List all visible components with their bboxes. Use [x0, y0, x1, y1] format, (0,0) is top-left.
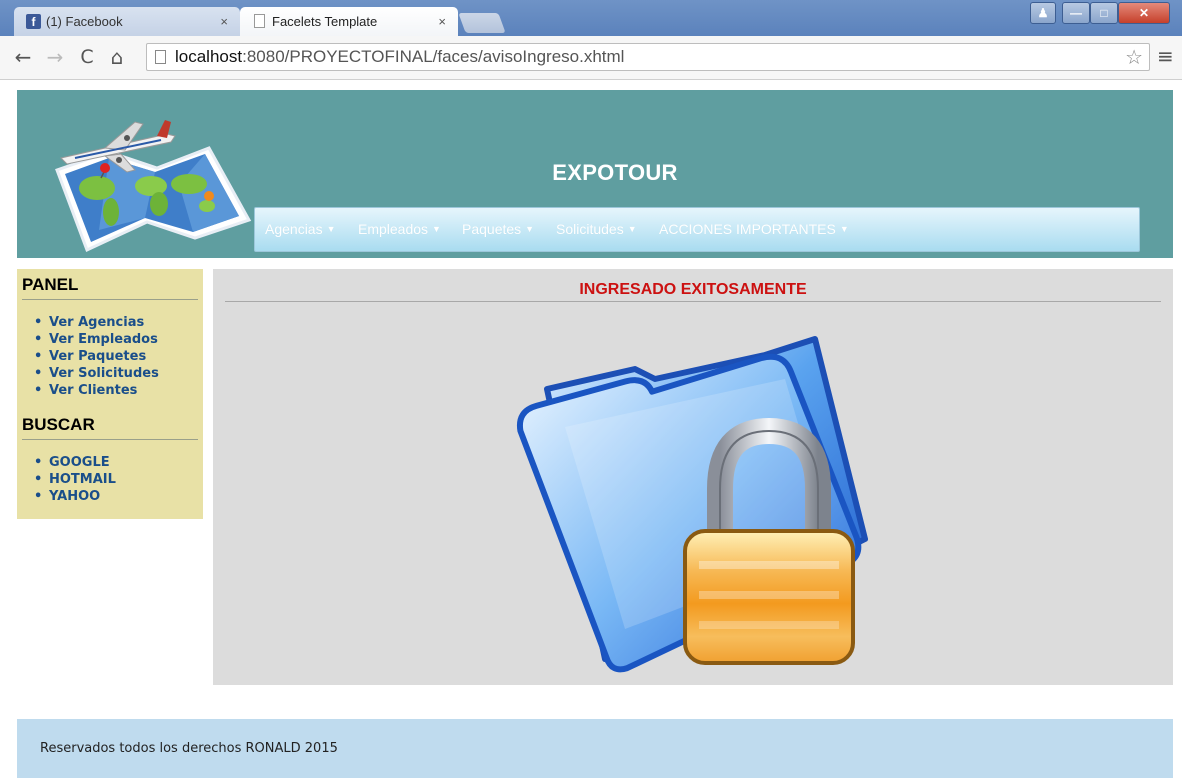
- tab-title: Facelets Template: [272, 14, 378, 29]
- link-hotmail[interactable]: HOTMAIL: [34, 471, 203, 488]
- back-arrow-icon[interactable]: ←: [12, 46, 34, 68]
- link-ver-paquetes[interactable]: Ver Paquetes: [34, 348, 203, 365]
- url-host: localhost: [175, 47, 243, 66]
- caret-down-icon: ▼: [525, 224, 535, 234]
- caret-down-icon: ▼: [432, 224, 441, 234]
- tab-title: (1) Facebook: [46, 14, 123, 29]
- tab-facebook[interactable]: f (1) Facebook ×: [14, 7, 240, 36]
- browser-toolbar: ← → C ⌂ localhost:8080/PROYECTOFINAL/fac…: [0, 36, 1182, 80]
- caret-down-icon: ▼: [326, 224, 336, 234]
- search-title: BUSCAR: [22, 415, 95, 434]
- facebook-icon: f: [26, 14, 41, 29]
- menu-label: Agencias: [265, 221, 323, 237]
- tab-close-icon[interactable]: ×: [220, 7, 228, 36]
- copyright-text: Reservados todos los derechos RONALD 201…: [40, 741, 338, 756]
- menu-label: Empleados: [358, 221, 429, 237]
- menu-label: Paquetes: [462, 221, 522, 237]
- main-content: INGRESADO EXITOSAMENTE: [213, 269, 1173, 685]
- site-header: EXPOTOUR Agencias ▼ Empleados ▼ Paquetes ▼ …: [17, 90, 1173, 258]
- tab-facelets-template[interactable]: Facelets Template ×: [240, 7, 458, 36]
- document-icon: [155, 50, 166, 64]
- maximize-button[interactable]: □: [1090, 2, 1118, 24]
- site-title: EXPOTOUR: [552, 160, 678, 185]
- user-icon[interactable]: ♟: [1030, 2, 1056, 24]
- site-footer: Reservados todos los derechos RONALD 201…: [17, 719, 1173, 778]
- menu-solicitudes[interactable]: Solicitudes ▼: [556, 221, 637, 237]
- menu-agencias[interactable]: Agencias ▼: [265, 221, 336, 237]
- link-ver-agencias[interactable]: Ver Agencias: [34, 314, 203, 331]
- reload-icon[interactable]: C: [76, 46, 98, 68]
- url-text[interactable]: localhost:8080/PROYECTOFINAL/faces/aviso…: [175, 47, 624, 67]
- minimize-button[interactable]: —: [1062, 2, 1090, 24]
- browser-titlebar: f (1) Facebook × Facelets Template × ♟ —…: [0, 0, 1182, 36]
- menu-icon[interactable]: ≡: [1157, 44, 1174, 68]
- link-ver-clientes[interactable]: Ver Clientes: [34, 382, 203, 399]
- bookmark-star-icon[interactable]: ☆: [1125, 45, 1143, 69]
- menu-label: ACCIONES IMPORTANTES: [659, 221, 836, 237]
- forward-arrow-icon[interactable]: →: [44, 46, 66, 68]
- home-icon[interactable]: ⌂: [106, 46, 128, 68]
- folder-lock-icon: [516, 336, 868, 673]
- menu-paquetes[interactable]: Paquetes ▼: [462, 221, 534, 237]
- address-bar[interactable]: localhost:8080/PROYECTOFINAL/faces/aviso…: [146, 43, 1150, 71]
- panel-title: PANEL: [22, 275, 79, 294]
- page-icon: [254, 14, 265, 28]
- new-tab-button[interactable]: [458, 13, 506, 33]
- main-menu: Agencias ▼ Empleados ▼ Paquetes ▼ Solicitud…: [254, 207, 1140, 252]
- menu-label: Solicitudes: [556, 221, 624, 237]
- side-panel: PANEL Ver Agencias Ver Empleados Ver Paq…: [17, 269, 203, 519]
- caret-down-icon: ▼: [627, 224, 637, 234]
- menu-acciones-importantes[interactable]: ACCIONES IMPORTANTES ▼: [659, 221, 849, 237]
- menu-empleados[interactable]: Empleados ▼: [358, 221, 441, 237]
- search-links: GOOGLE HOTMAIL YAHOO: [17, 440, 203, 505]
- panel-links: Ver Agencias Ver Empleados Ver Paquetes …: [17, 300, 203, 399]
- link-ver-empleados[interactable]: Ver Empleados: [34, 331, 203, 348]
- link-yahoo[interactable]: YAHOO: [34, 488, 203, 505]
- link-ver-solicitudes[interactable]: Ver Solicitudes: [34, 365, 203, 382]
- caret-down-icon: ▼: [839, 224, 849, 234]
- tab-close-icon[interactable]: ×: [438, 7, 446, 36]
- url-path: :8080/PROYECTOFINAL/faces/avisoIngreso.x…: [242, 47, 625, 66]
- close-window-button[interactable]: ✕: [1118, 2, 1170, 24]
- link-google[interactable]: GOOGLE: [34, 454, 203, 471]
- success-message: INGRESADO EXITOSAMENTE: [579, 281, 807, 298]
